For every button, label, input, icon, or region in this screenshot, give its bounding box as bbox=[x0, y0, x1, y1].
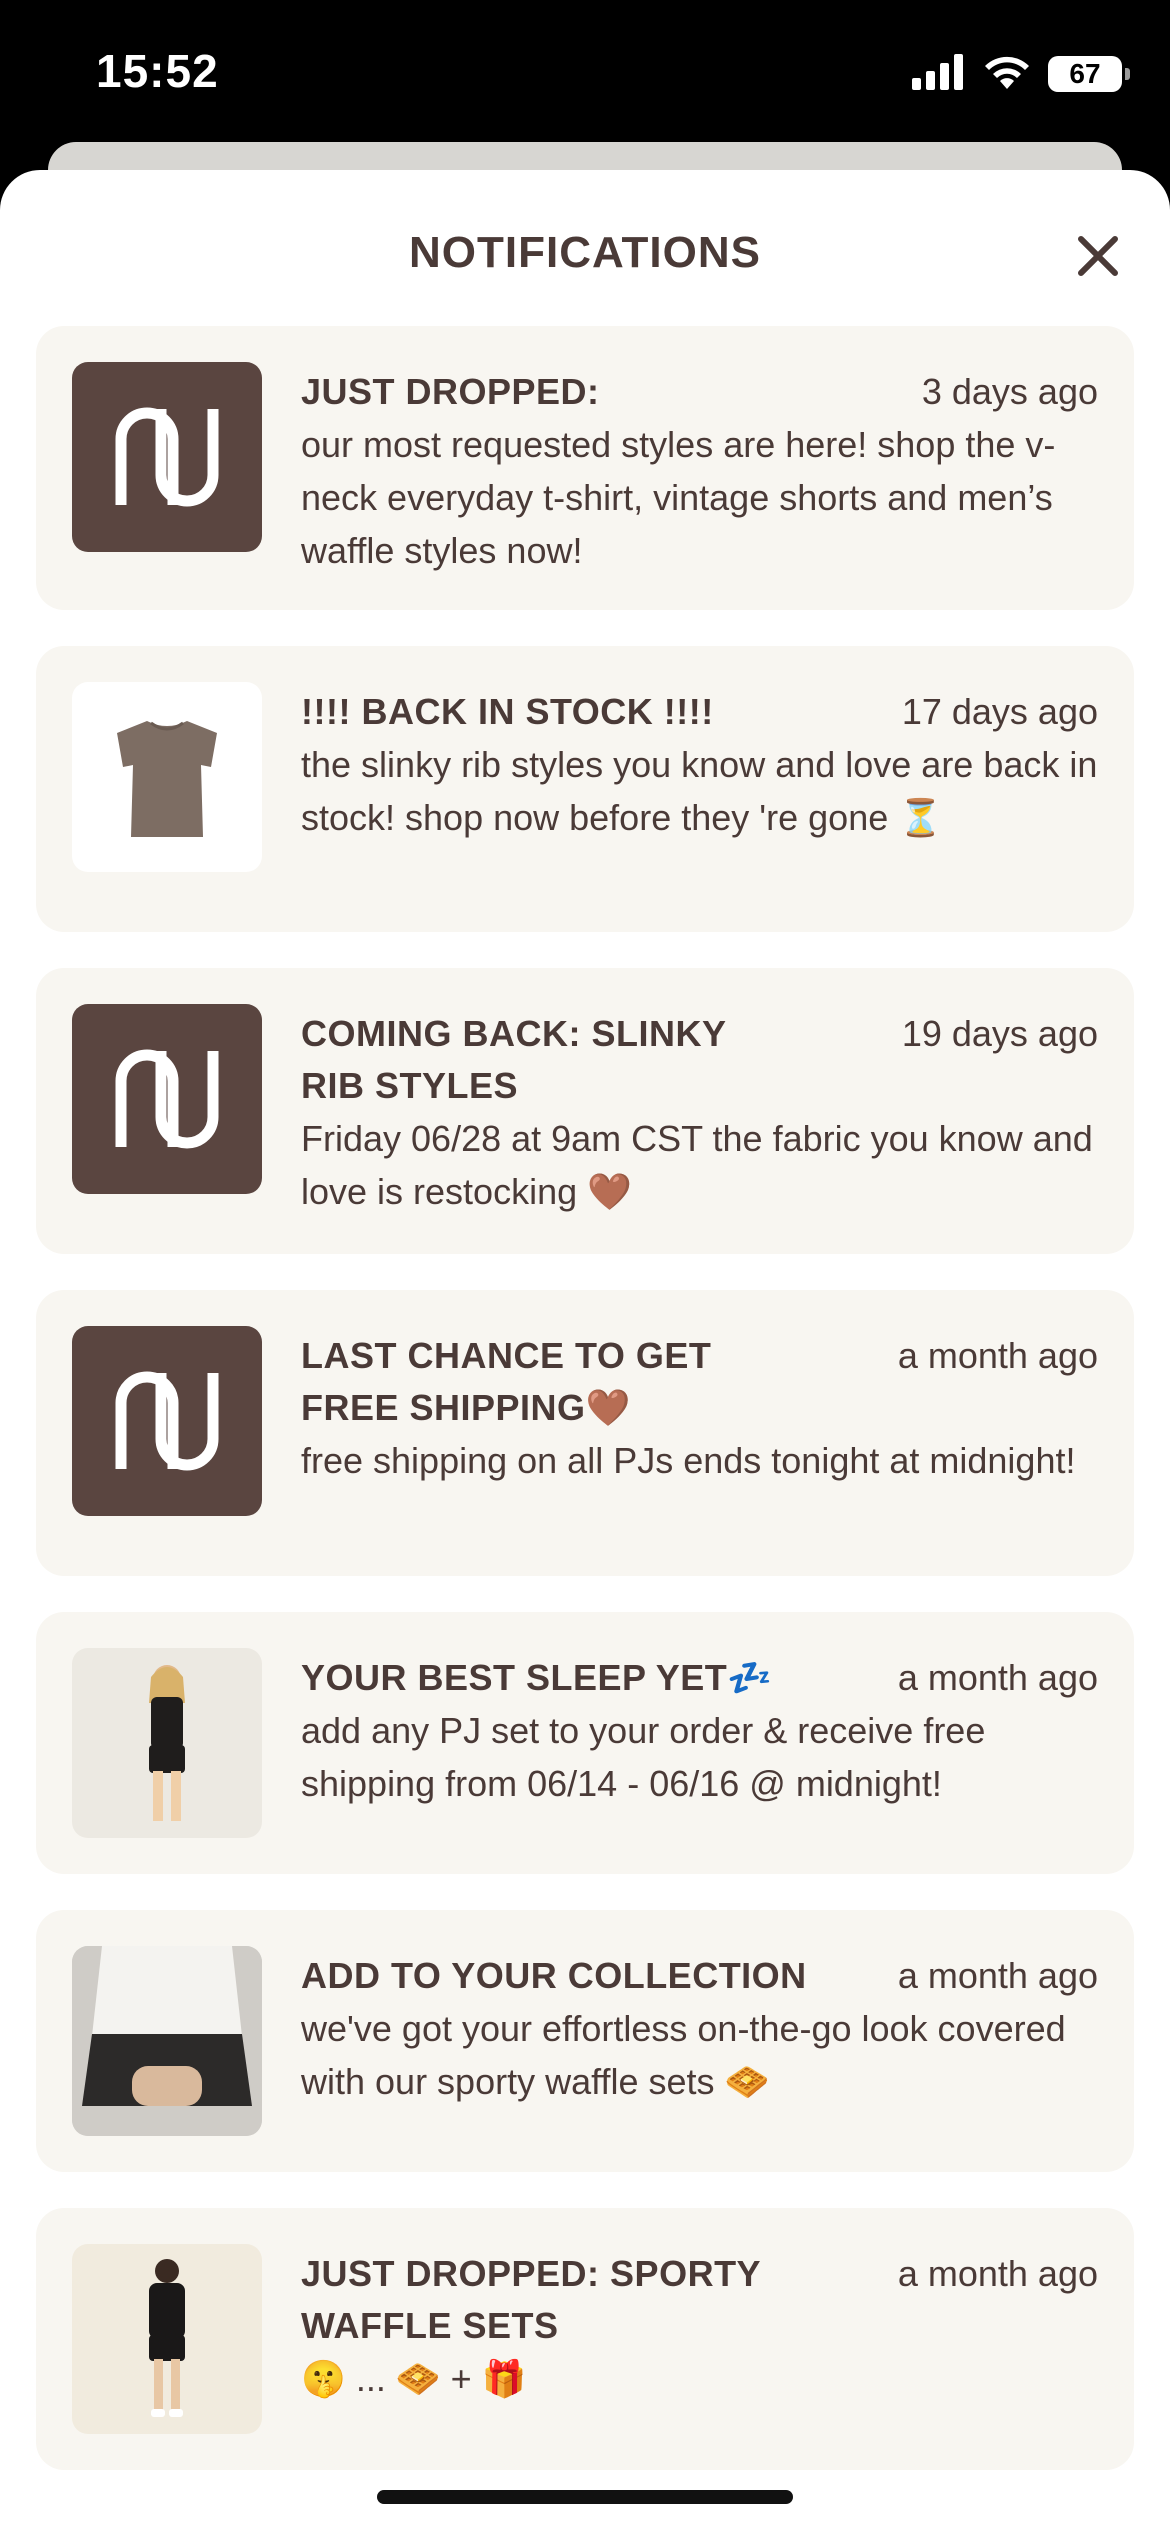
notification-time: a month ago bbox=[883, 2248, 1098, 2300]
notification-text: !!!! BACK IN STOCK !!!! 17 days ago the … bbox=[301, 686, 1098, 844]
notification-body: add any PJ set to your order & receive f… bbox=[301, 1710, 986, 1804]
home-indicator[interactable] bbox=[377, 2490, 793, 2504]
tshirt-thumbnail bbox=[72, 682, 262, 872]
notifications-sheet: NOTIFICATIONS JUST DROPPED: 3 days ago o… bbox=[0, 170, 1170, 2532]
notification-text: JUST DROPPED: SPORTY WAFFLE SETS a month… bbox=[301, 2248, 1098, 2405]
notification-time: a month ago bbox=[883, 1950, 1098, 2002]
notification-body: our most requested styles are here! shop… bbox=[301, 424, 1056, 571]
notification-time: 19 days ago bbox=[887, 1008, 1098, 1060]
model-pj-image bbox=[149, 1665, 185, 1821]
pj-model-thumbnail bbox=[72, 1648, 262, 1838]
notification-time: a month ago bbox=[883, 1330, 1098, 1382]
notification-card[interactable]: LAST CHANCE TO GET FREE SHIPPING🤎 a mont… bbox=[36, 1290, 1134, 1576]
page-title: NOTIFICATIONS bbox=[409, 228, 761, 277]
notification-text: JUST DROPPED: 3 days ago our most reques… bbox=[301, 366, 1098, 577]
model-waffle-image bbox=[72, 1946, 262, 2136]
close-icon bbox=[1078, 236, 1118, 276]
close-button[interactable] bbox=[1070, 228, 1126, 284]
wifi-icon bbox=[982, 53, 1032, 95]
model-sporty-image bbox=[149, 2259, 185, 2417]
notification-body: the slinky rib styles you know and love … bbox=[301, 744, 1098, 838]
notification-card[interactable]: ADD TO YOUR COLLECTION a month ago we've… bbox=[36, 1910, 1134, 2172]
notification-card[interactable]: JUST DROPPED: SPORTY WAFFLE SETS a month… bbox=[36, 2208, 1134, 2470]
waffle-model-thumbnail bbox=[72, 1946, 262, 2136]
brand-logo-thumbnail bbox=[72, 362, 262, 552]
brand-logo-thumbnail bbox=[72, 1004, 262, 1194]
battery-icon: 67 bbox=[1048, 56, 1130, 92]
notification-body: we've got your effortless on-the-go look… bbox=[301, 2008, 1066, 2102]
notification-card[interactable]: COMING BACK: SLINKY RIB STYLES 19 days a… bbox=[36, 968, 1134, 1254]
brand-logo-icon bbox=[115, 1371, 219, 1471]
brand-logo-icon bbox=[115, 1049, 219, 1149]
notification-text: LAST CHANCE TO GET FREE SHIPPING🤎 a mont… bbox=[301, 1330, 1098, 1487]
notification-text: YOUR BEST SLEEP YET💤 a month ago add any… bbox=[301, 1652, 1098, 1810]
notification-body: free shipping on all PJs ends tonight at… bbox=[301, 1440, 1076, 1481]
cellular-signal-icon bbox=[912, 54, 966, 94]
notification-card[interactable]: !!!! BACK IN STOCK !!!! 17 days ago the … bbox=[36, 646, 1134, 932]
tshirt-image bbox=[117, 721, 217, 837]
brand-logo-thumbnail bbox=[72, 1326, 262, 1516]
notification-text: COMING BACK: SLINKY RIB STYLES 19 days a… bbox=[301, 1008, 1098, 1218]
notification-list: JUST DROPPED: 3 days ago our most reques… bbox=[36, 326, 1134, 2506]
notification-card[interactable]: JUST DROPPED: 3 days ago our most reques… bbox=[36, 326, 1134, 610]
notification-text: ADD TO YOUR COLLECTION a month ago we've… bbox=[301, 1950, 1098, 2108]
notification-body: 🤫 ... 🧇 + 🎁 bbox=[301, 2358, 527, 2399]
sheet-header: NOTIFICATIONS bbox=[0, 170, 1170, 320]
notification-time: 3 days ago bbox=[907, 366, 1098, 418]
brand-logo-icon bbox=[115, 407, 219, 507]
status-icons: 67 bbox=[912, 52, 1130, 96]
notification-card[interactable]: YOUR BEST SLEEP YET💤 a month ago add any… bbox=[36, 1612, 1134, 1874]
notification-body: Friday 06/28 at 9am CST the fabric you k… bbox=[301, 1118, 1093, 1212]
notification-time: 17 days ago bbox=[887, 686, 1098, 738]
notification-time: a month ago bbox=[883, 1652, 1098, 1704]
sporty-model-thumbnail bbox=[72, 2244, 262, 2434]
status-time: 15:52 bbox=[96, 45, 219, 97]
status-bar: 15:52 67 bbox=[0, 0, 1170, 150]
